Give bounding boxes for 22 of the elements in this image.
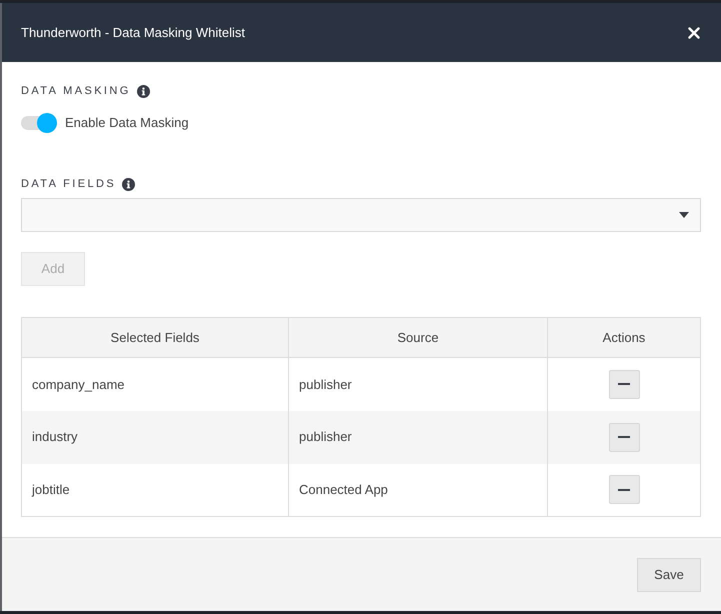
toggle-switch[interactable] [21, 113, 57, 133]
remove-button[interactable] [608, 422, 640, 452]
toggle-label: Enable Data Masking [65, 114, 189, 132]
info-icon [136, 84, 150, 98]
save-button[interactable]: Save [637, 558, 701, 592]
close-button[interactable] [687, 26, 701, 40]
section-label: DATA FIELDS [21, 178, 116, 190]
dialog-title: Thunderworth - Data Masking Whitelist [21, 24, 245, 42]
info-icon [122, 178, 136, 190]
section-label: DATA MASKING [21, 86, 131, 96]
table-cell: jobtitle [22, 464, 288, 516]
remove-button[interactable] [608, 475, 640, 504]
minus-icon [618, 383, 630, 386]
table-cell: Connected App [288, 464, 548, 516]
remove-button[interactable] [608, 370, 640, 399]
caret-icon [679, 212, 689, 218]
column-header: Source [288, 318, 548, 358]
minus-icon [618, 488, 630, 491]
column-header: Selected Fields [22, 318, 288, 358]
close-icon [688, 26, 700, 38]
minus-icon [618, 436, 630, 438]
dropdown-field[interactable] [21, 198, 701, 232]
